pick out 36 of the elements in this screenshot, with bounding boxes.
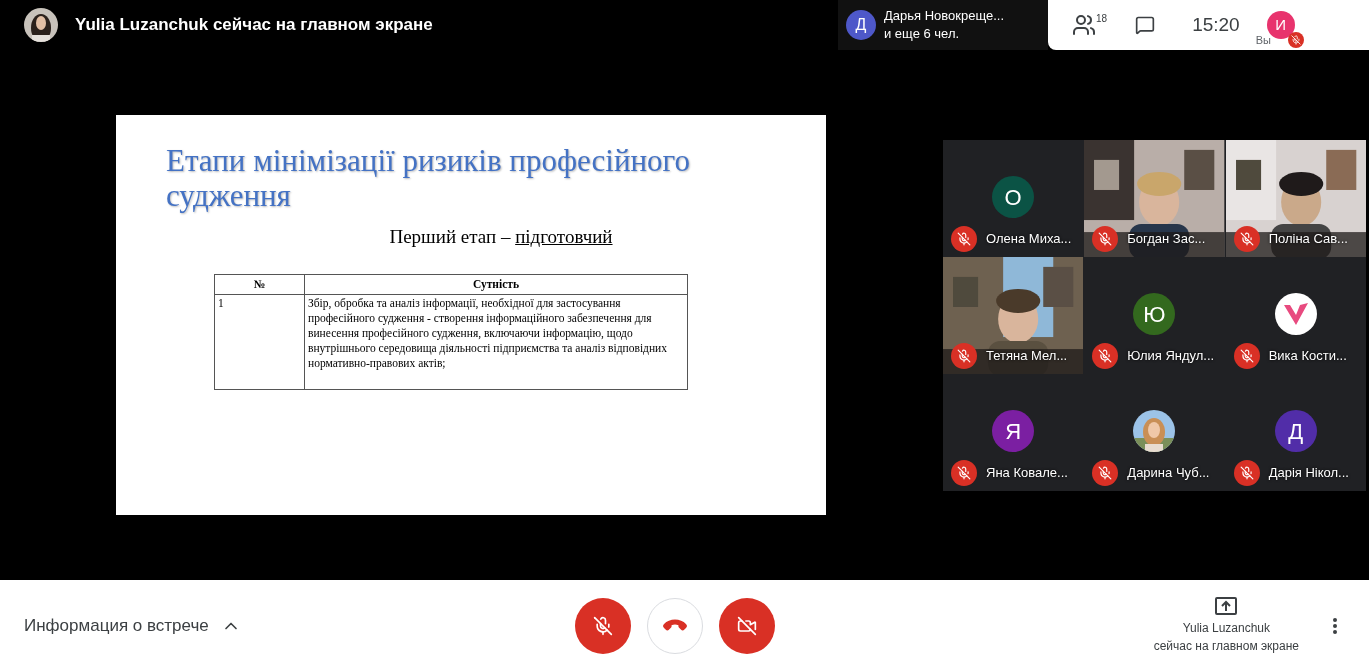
participant-name: Вика Кости... — [1268, 347, 1347, 366]
presenter-status: сейчас на главном экране — [1153, 637, 1299, 655]
participant-name: Дарина Чуб... — [1127, 464, 1210, 483]
participant-name: Дарья Новокреще... — [884, 7, 1005, 25]
participants-chip[interactable]: Д Дарья Новокреще... и еще 6 чел. — [838, 0, 1048, 50]
participant-name: Юлия Яндул... — [1127, 347, 1215, 366]
more-options-icon — [1333, 617, 1337, 634]
present-screen-icon[interactable] — [1215, 596, 1238, 615]
people-button[interactable]: 18 — [1072, 13, 1108, 37]
avatar: Я — [992, 410, 1035, 452]
chat-button[interactable] — [1135, 15, 1156, 35]
presenter-title: Yulia Luzanchuk сейчас на главном экране — [75, 14, 433, 37]
mic-off-icon — [592, 615, 613, 636]
table-header: Сутність — [304, 274, 688, 294]
slide-subtitle: Перший етап – підготовчий — [389, 225, 613, 249]
presenter-name: Yulia Luzanchuk — [1182, 619, 1271, 637]
meeting-info-button[interactable]: Информация о встрече — [24, 612, 241, 639]
participant-name: Олена Миха... — [986, 230, 1072, 249]
avatar[interactable]: И — [1266, 11, 1295, 39]
participant-name: Яна Ковале... — [986, 464, 1068, 483]
participant-name: Тетяна Мел... — [986, 347, 1068, 366]
avatar: О — [992, 176, 1035, 218]
v-logo-avatar — [1274, 293, 1317, 335]
participant-name: Дарія Нікол... — [1268, 464, 1349, 483]
camera-off-icon — [736, 615, 757, 636]
clock: 15:20 — [1192, 12, 1240, 37]
others-count: и еще 6 чел. — [884, 25, 961, 43]
avatar: Д — [1274, 410, 1317, 452]
table-cell: 1 — [214, 294, 305, 389]
slide-title: Етапи мінімізації ризиків професійного судження — [166, 143, 692, 213]
table-header: № — [214, 274, 305, 294]
avatar: Д — [846, 10, 876, 40]
participant-name: Поліна Сав... — [1268, 230, 1348, 249]
avatar: Ю — [1133, 293, 1176, 335]
table-cell: Збір, обробка та аналіз інформації, необхідної для застосування професійного судження - створення інформаційного забезпечення для винесення професійного судження, включаючи інформацію, щодо внутрішнього середовища діяльності підприємства та аналіз відповідних нормативно-правових актів; — [304, 294, 688, 389]
participant-name: Богдан Зас... — [1127, 230, 1206, 249]
